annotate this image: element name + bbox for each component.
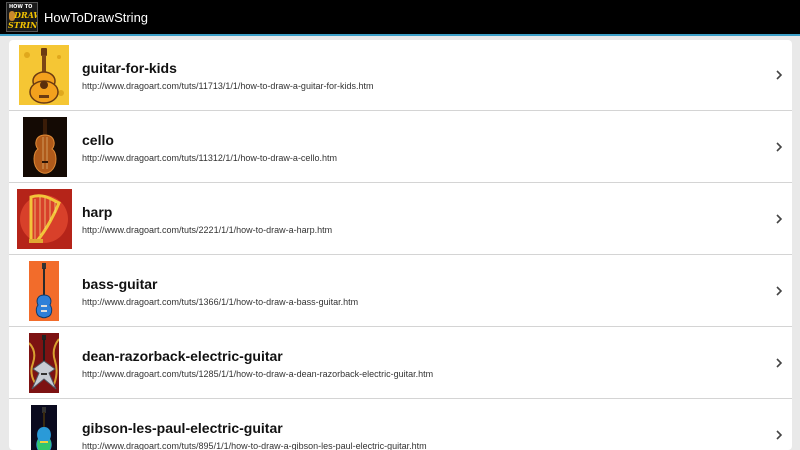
item-url: http://www.dragoart.com/tuts/11312/1/1/h… <box>82 153 337 163</box>
logo-text-mid: DRAW <box>14 10 37 20</box>
list-item-cello[interactable]: cello http://www.dragoart.com/tuts/11312… <box>9 112 792 183</box>
item-url: http://www.dragoart.com/tuts/895/1/1/how… <box>82 441 427 450</box>
action-bar-accent-line <box>0 34 800 36</box>
harp-thumbnail-icon <box>17 189 72 249</box>
app-title: HowToDrawString <box>44 9 149 25</box>
list-item-gibson-les-paul-electric-guitar[interactable]: gibson-les-paul-electric-guitar http://w… <box>9 400 792 450</box>
list-item-dean-razorback-electric-guitar[interactable]: dean-razorback-electric-guitar http://ww… <box>9 328 792 399</box>
bass-guitar-thumbnail-icon <box>29 261 59 321</box>
chevron-right-icon <box>776 430 783 440</box>
chevron-right-icon <box>776 70 783 80</box>
item-url: http://www.dragoart.com/tuts/1285/1/1/ho… <box>82 369 434 379</box>
item-title: cello <box>82 132 114 148</box>
chevron-right-icon <box>776 358 783 368</box>
cello-thumbnail-icon <box>23 117 67 177</box>
dean-razorback-thumbnail-icon <box>29 333 59 393</box>
acoustic-guitar-thumbnail-icon <box>19 45 69 105</box>
item-title: guitar-for-kids <box>82 60 177 76</box>
logo-text-bottom: STRING <box>8 20 38 30</box>
gibson-les-paul-thumbnail-icon <box>31 405 57 450</box>
item-url: http://www.dragoart.com/tuts/1366/1/1/ho… <box>82 297 359 307</box>
chevron-right-icon <box>776 214 783 224</box>
tutorial-list[interactable]: guitar-for-kids http://www.dragoart.com/… <box>9 40 792 450</box>
list-item-bass-guitar[interactable]: bass-guitar http://www.dragoart.com/tuts… <box>9 256 792 327</box>
chevron-right-icon <box>776 142 783 152</box>
item-title: harp <box>82 204 113 220</box>
list-item-guitar-for-kids[interactable]: guitar-for-kids http://www.dragoart.com/… <box>9 40 792 111</box>
action-bar: HOW TO DRAW STRING HowToDrawString <box>0 0 800 34</box>
app-logo-icon[interactable]: HOW TO DRAW STRING <box>6 2 38 32</box>
item-title: gibson-les-paul-electric-guitar <box>82 420 283 436</box>
item-url: http://www.dragoart.com/tuts/2221/1/1/ho… <box>82 225 333 235</box>
chevron-right-icon <box>776 286 783 296</box>
list-item-harp[interactable]: harp http://www.dragoart.com/tuts/2221/1… <box>9 184 792 255</box>
item-title: dean-razorback-electric-guitar <box>82 348 283 364</box>
item-title: bass-guitar <box>82 276 158 292</box>
item-url: http://www.dragoart.com/tuts/11713/1/1/h… <box>82 81 374 91</box>
